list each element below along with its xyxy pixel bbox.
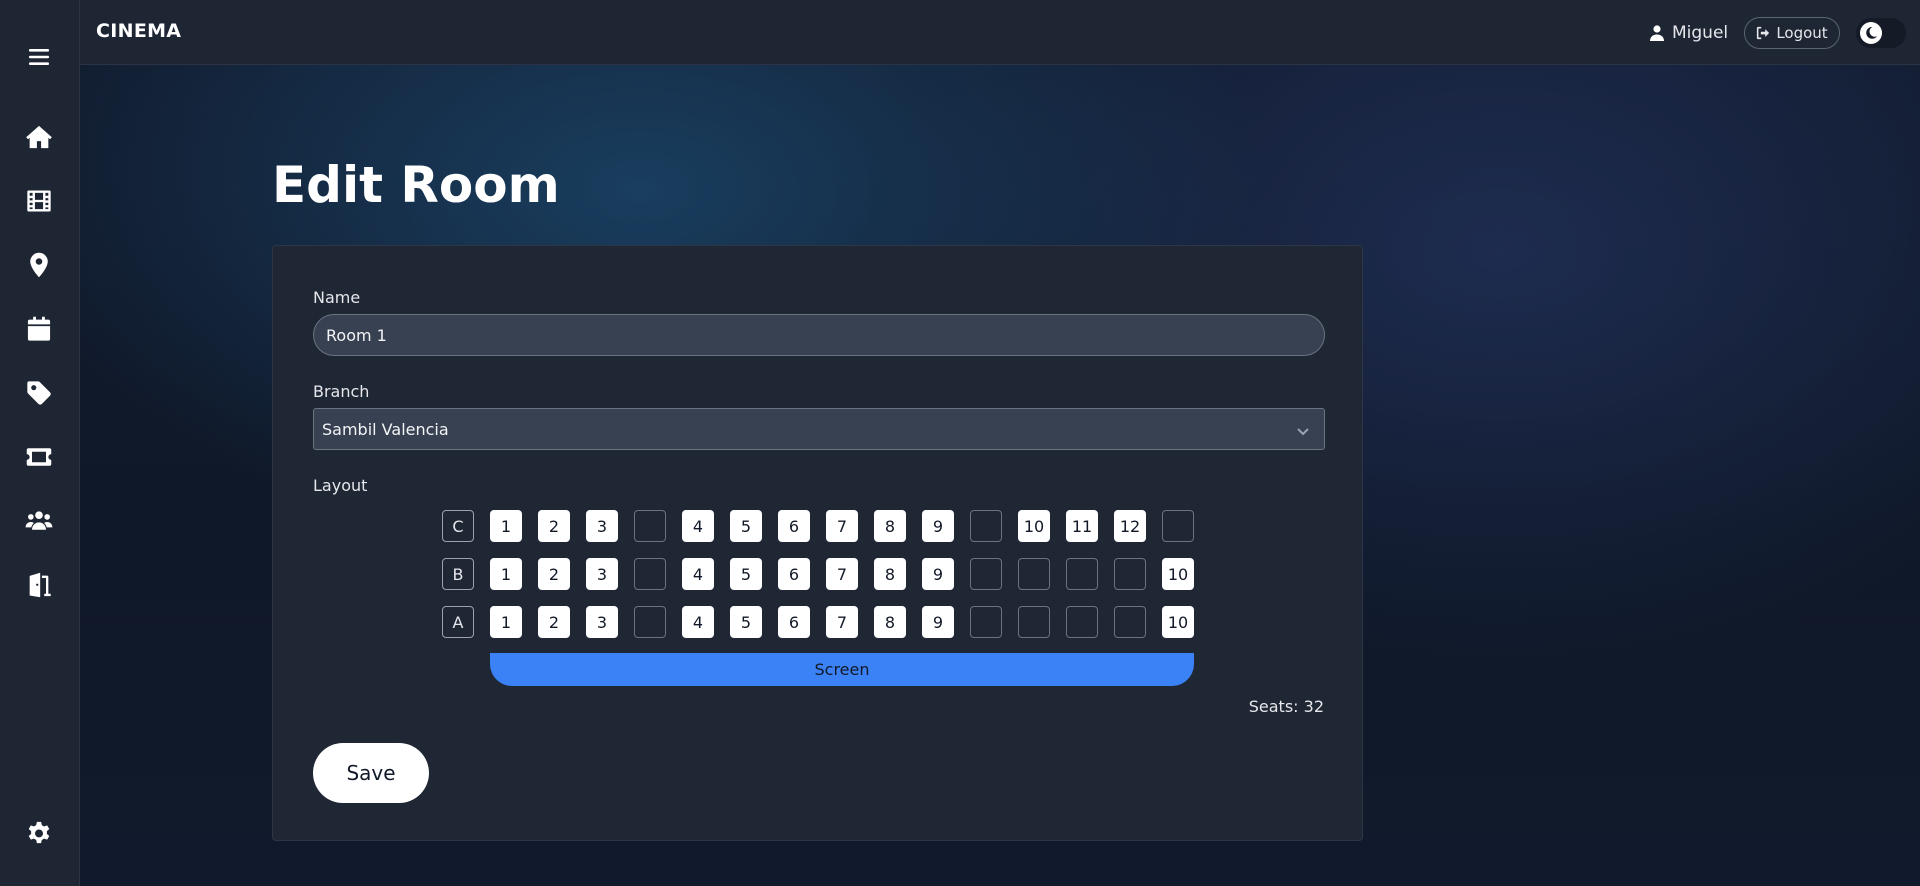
seat[interactable]: 2 — [538, 510, 570, 542]
layout-label: Layout — [313, 476, 368, 495]
seat[interactable]: 10 — [1162, 606, 1194, 638]
empty-slot[interactable] — [1066, 606, 1098, 638]
seat[interactable]: 3 — [586, 558, 618, 590]
seat[interactable]: 2 — [538, 558, 570, 590]
seat[interactable]: 7 — [826, 558, 858, 590]
empty-slot[interactable] — [1018, 606, 1050, 638]
empty-slot[interactable] — [1066, 558, 1098, 590]
user-info: Miguel — [1650, 21, 1728, 45]
empty-slot[interactable] — [1114, 606, 1146, 638]
menu-icon — [29, 49, 49, 65]
seat[interactable]: 8 — [874, 606, 906, 638]
empty-slot[interactable] — [970, 510, 1002, 542]
empty-slot[interactable] — [634, 558, 666, 590]
seat[interactable]: 9 — [922, 558, 954, 590]
empty-slot[interactable] — [970, 558, 1002, 590]
edit-room-form: Name Branch Sambil Valencia Layout C1234… — [272, 245, 1363, 841]
seat[interactable]: 12 — [1114, 510, 1146, 542]
logout-label: Logout — [1776, 24, 1828, 42]
row-label: B — [442, 558, 474, 590]
sidebar-item-users[interactable] — [20, 502, 58, 540]
save-button[interactable]: Save — [313, 743, 429, 803]
seat[interactable]: 7 — [826, 606, 858, 638]
seat[interactable]: 7 — [826, 510, 858, 542]
empty-slot[interactable] — [1018, 558, 1050, 590]
seat[interactable]: 8 — [874, 558, 906, 590]
room-name-input[interactable] — [313, 314, 1325, 356]
row-label: C — [442, 510, 474, 542]
seat[interactable]: 6 — [778, 606, 810, 638]
theme-toggle[interactable] — [1856, 18, 1906, 48]
sidebar-item-schedule[interactable] — [20, 310, 58, 348]
sidebar — [0, 0, 80, 886]
empty-slot[interactable] — [634, 510, 666, 542]
moon-icon — [1866, 26, 1878, 39]
branch-label: Branch — [313, 382, 370, 401]
screen-indicator: Screen — [490, 653, 1194, 686]
row-label: A — [442, 606, 474, 638]
menu-button[interactable] — [20, 38, 58, 76]
empty-slot[interactable] — [1114, 558, 1146, 590]
sidebar-item-branches[interactable] — [20, 246, 58, 284]
ticket-icon — [26, 448, 52, 466]
topbar: CINEMA Miguel Logout — [80, 0, 1920, 65]
empty-slot[interactable] — [970, 606, 1002, 638]
sidebar-item-settings[interactable] — [20, 814, 58, 852]
branch-selected-value: Sambil Valencia — [322, 419, 449, 439]
logout-icon — [1757, 26, 1770, 40]
seat[interactable]: 3 — [586, 510, 618, 542]
seat[interactable]: 10 — [1018, 510, 1050, 542]
seat[interactable]: 10 — [1162, 558, 1194, 590]
branch-select[interactable]: Sambil Valencia — [313, 408, 1325, 450]
empty-slot[interactable] — [634, 606, 666, 638]
calendar-icon — [27, 316, 51, 341]
seat[interactable]: 3 — [586, 606, 618, 638]
empty-slot[interactable] — [1162, 510, 1194, 542]
name-label: Name — [313, 288, 361, 307]
sidebar-item-tickets[interactable] — [20, 438, 58, 476]
user-name: Miguel — [1672, 23, 1729, 43]
page-title: Edit Room — [272, 156, 560, 214]
users-icon — [25, 511, 53, 530]
seat[interactable]: 2 — [538, 606, 570, 638]
location-pin-icon — [30, 252, 48, 278]
chevron-down-icon — [1296, 423, 1310, 437]
seat[interactable]: 4 — [682, 510, 714, 542]
sidebar-item-rooms[interactable] — [20, 566, 58, 604]
user-icon — [1650, 25, 1664, 41]
seat[interactable]: 9 — [922, 606, 954, 638]
seat[interactable]: 4 — [682, 558, 714, 590]
sidebar-item-home[interactable] — [20, 118, 58, 156]
gear-icon — [28, 821, 50, 844]
door-exit-icon — [29, 572, 51, 598]
film-icon — [27, 190, 51, 212]
seat[interactable]: 1 — [490, 510, 522, 542]
theme-toggle-knob — [1860, 22, 1882, 44]
seat[interactable]: 5 — [730, 606, 762, 638]
seats-count: Seats: 32 — [1248, 697, 1324, 716]
brand-logo[interactable]: CINEMA — [96, 20, 181, 42]
seat[interactable]: 1 — [490, 606, 522, 638]
seat[interactable]: 5 — [730, 510, 762, 542]
seat[interactable]: 9 — [922, 510, 954, 542]
seat[interactable]: 6 — [778, 558, 810, 590]
sidebar-item-movies[interactable] — [20, 182, 58, 220]
seat[interactable]: 11 — [1066, 510, 1098, 542]
seat[interactable]: 6 — [778, 510, 810, 542]
seat[interactable]: 8 — [874, 510, 906, 542]
sidebar-item-promotions[interactable] — [20, 374, 58, 412]
home-icon — [26, 125, 52, 149]
logout-button[interactable]: Logout — [1744, 17, 1840, 49]
seat[interactable]: 5 — [730, 558, 762, 590]
seat[interactable]: 1 — [490, 558, 522, 590]
tag-icon — [27, 381, 51, 405]
seat[interactable]: 4 — [682, 606, 714, 638]
